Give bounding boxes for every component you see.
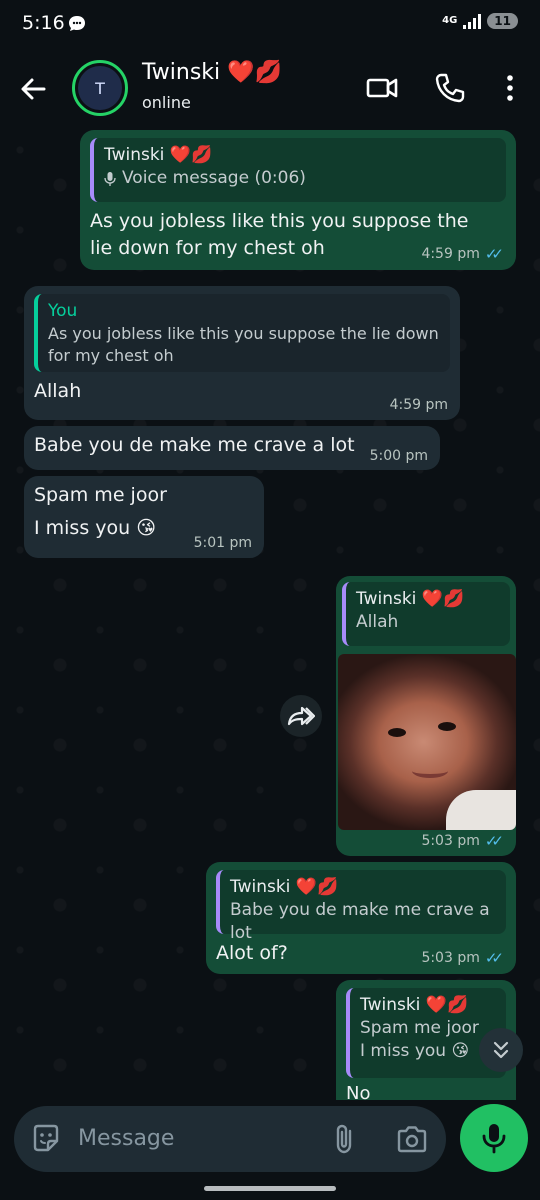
chat-notification-icon (69, 16, 85, 31)
message-time: 4:59 pm (389, 397, 448, 413)
message-input[interactable]: Message (78, 1126, 174, 1151)
quote-content: Babe you de make me crave a lot (230, 900, 490, 943)
quote-author: Twinski ❤️💋 (230, 877, 339, 897)
message-meta: 4:59 pm (390, 397, 448, 413)
status-right-group: 4G 11 (442, 13, 518, 29)
quote-author: Twinski ❤️💋 (356, 589, 465, 609)
quoted-reply[interactable]: Twinski ❤️💋 Allah (342, 582, 510, 646)
message-list[interactable]: Twinski ❤️💋 Voice message (0:06) As you … (0, 130, 540, 1100)
photo-detail (388, 728, 406, 737)
voice-message-label: Voice message (0:06) (122, 168, 306, 188)
mic-button[interactable] (460, 1104, 528, 1172)
forward-icon (287, 706, 315, 726)
forward-button[interactable] (280, 695, 322, 737)
message-bubble-outgoing[interactable]: Twinski ❤️💋 Voice message (0:06) As you … (80, 130, 516, 270)
message-text-line-1: Spam me joor (34, 484, 167, 506)
quoted-reply[interactable]: You As you jobless like this you suppose… (34, 294, 450, 372)
quote-author: You (48, 301, 78, 321)
message-meta: 5:00 pm (370, 448, 428, 464)
contact-name[interactable]: Twinski ❤️💋 (142, 60, 282, 85)
photo-detail (446, 790, 516, 830)
chat-header: T Twinski ❤️💋 online (0, 48, 540, 130)
quote-content-line-2: I miss you 😘 (360, 1041, 470, 1061)
phone-icon[interactable] (434, 72, 466, 104)
message-meta: 5:03 pm ✓✓ (421, 949, 504, 967)
scroll-down-button[interactable] (479, 1028, 523, 1072)
quote-author: Twinski ❤️💋 (104, 145, 213, 165)
photo-attachment[interactable] (338, 654, 516, 830)
quote-content: As you jobless like this you suppose the… (48, 324, 439, 365)
battery-level: 11 (487, 13, 518, 29)
message-time: 4:59 pm (421, 246, 480, 262)
photo-detail (412, 764, 448, 778)
quote-content-line-1: Spam me joor (360, 1018, 479, 1038)
network-type: 4G (442, 15, 458, 26)
scroll-down-icon (493, 1041, 509, 1059)
message-bubble-outgoing[interactable]: Twinski ❤️💋 Babe you de make me crave a … (206, 862, 516, 974)
mic-small-icon (104, 171, 116, 186)
signal-icon (463, 13, 482, 29)
message-bubble-incoming[interactable]: Spam me joor I miss you 😘 5:01 pm (24, 476, 264, 558)
quote-author: Twinski ❤️💋 (360, 995, 469, 1015)
message-bubble-incoming[interactable]: You As you jobless like this you suppose… (24, 286, 460, 420)
quoted-reply[interactable]: Twinski ❤️💋 Babe you de make me crave a … (216, 870, 506, 943)
message-time: 5:01 pm (193, 535, 252, 551)
contact-presence: online (142, 93, 191, 112)
quote-content: Voice message (0:06) (104, 167, 496, 190)
camera-icon[interactable] (396, 1124, 428, 1154)
mic-icon (482, 1124, 506, 1154)
more-options-icon[interactable] (494, 72, 526, 104)
attach-icon[interactable] (330, 1123, 360, 1155)
contact-avatar[interactable]: T (72, 60, 128, 116)
video-call-icon[interactable] (366, 72, 398, 104)
read-ticks-icon: ✓✓ (484, 832, 504, 850)
quote-content: Allah (356, 612, 399, 632)
avatar-letter: T (78, 66, 122, 110)
message-time: 5:03 pm (421, 833, 480, 849)
quoted-reply[interactable]: Twinski ❤️💋 Spam me joor I miss you 😘 (346, 988, 506, 1078)
back-arrow-icon[interactable] (18, 74, 48, 104)
message-meta: 4:59 pm ✓✓ (421, 245, 504, 263)
message-meta: 5:01 pm (194, 535, 252, 551)
photo-detail (438, 722, 456, 731)
home-indicator[interactable] (204, 1186, 336, 1191)
read-ticks-icon: ✓✓ (484, 949, 504, 967)
sticker-icon[interactable] (30, 1123, 62, 1155)
read-ticks-icon: ✓✓ (484, 245, 504, 263)
status-bar: 5:16 4G 11 (0, 0, 540, 48)
message-text: No (346, 1083, 371, 1100)
message-meta: 5:03 pm ✓✓ (421, 832, 504, 850)
message-bubble-incoming[interactable]: Babe you de make me crave a lot 5:00 pm (24, 426, 440, 470)
quoted-reply[interactable]: Twinski ❤️💋 Voice message (0:06) (90, 138, 506, 202)
status-time: 5:16 (22, 12, 65, 34)
message-composer[interactable]: Message (14, 1106, 446, 1172)
message-time: 5:00 pm (369, 448, 428, 464)
message-bubble-outgoing[interactable]: Twinski ❤️💋 Allah 5:03 pm ✓✓ (336, 576, 516, 856)
message-time: 5:03 pm (421, 950, 480, 966)
system-nav-bar (0, 1176, 540, 1200)
message-text: Allah (34, 380, 82, 402)
